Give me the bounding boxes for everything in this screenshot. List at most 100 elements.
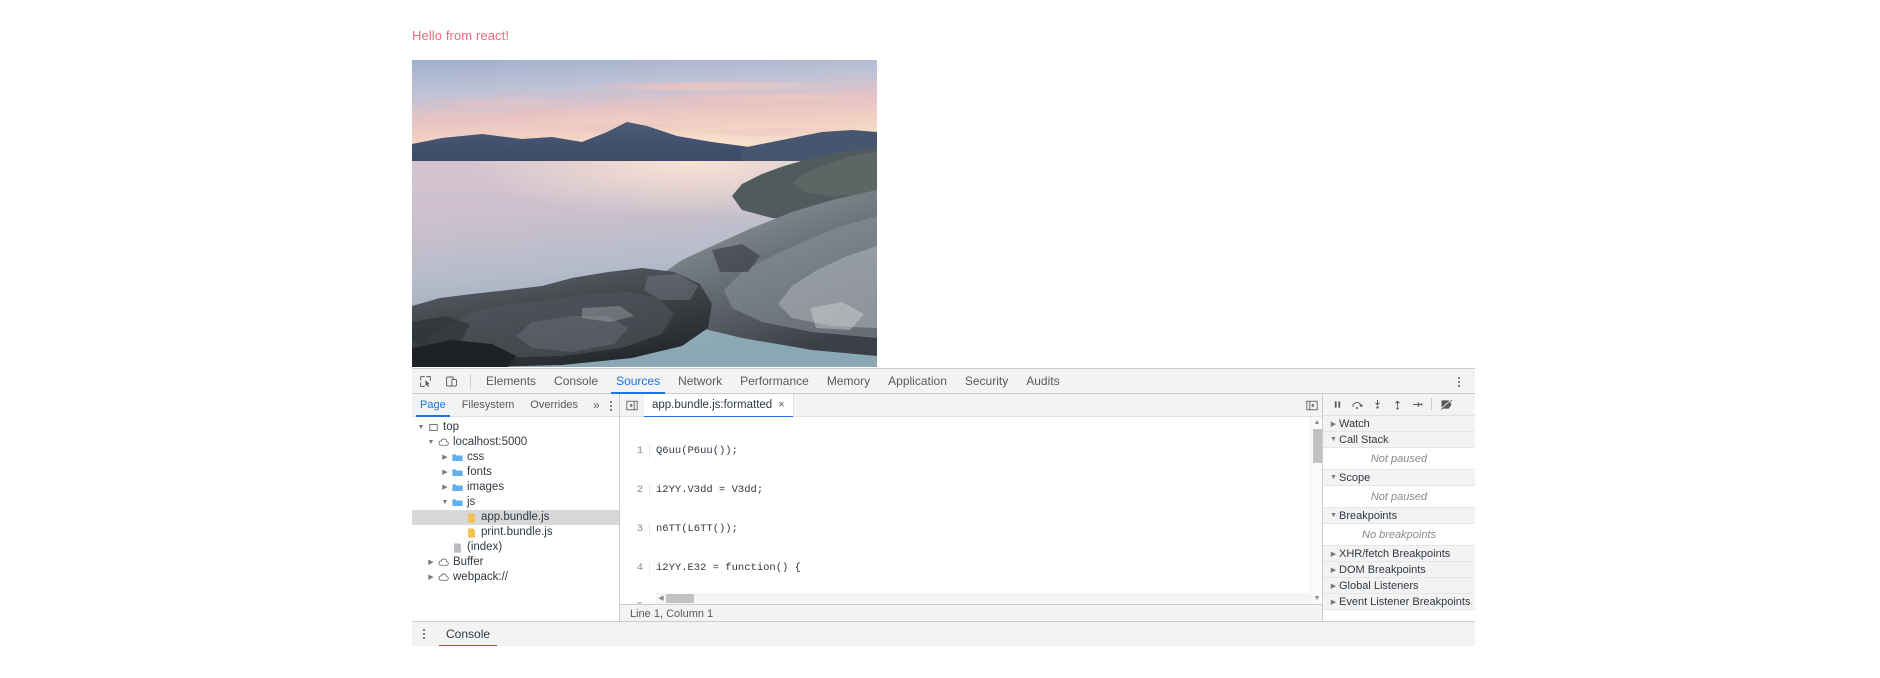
debugger-toolbar xyxy=(1323,394,1475,416)
sources-panel: Page Filesystem Overrides » top xyxy=(412,393,1475,623)
tab-audits[interactable]: Audits xyxy=(1017,369,1068,394)
show-debugger-icon[interactable] xyxy=(1306,394,1318,417)
tree-item-label: fonts xyxy=(467,466,492,478)
section-label: Call Stack xyxy=(1339,433,1389,446)
tab-application[interactable]: Application xyxy=(879,369,956,394)
tree-item-label: (index) xyxy=(467,541,503,553)
chevron-down-icon[interactable] xyxy=(426,435,436,450)
line-number: 5 xyxy=(620,601,650,604)
tab-console[interactable]: Console xyxy=(545,369,607,394)
code-lines: 1 Q6uu(P6uu()); 2 i2YY.V3dd = V3dd; 3 n6TT(… xyxy=(620,417,1322,604)
deactivate-breakpoints-button[interactable] xyxy=(1437,394,1455,416)
frame-icon xyxy=(426,423,440,432)
inspect-element-icon[interactable] xyxy=(412,369,438,394)
line-text: i2YY.V3dd = V3dd; xyxy=(656,484,764,496)
chevron-right-icon[interactable] xyxy=(1328,550,1339,558)
scroll-left-icon[interactable]: ◀ xyxy=(656,593,666,604)
tree-item-fonts[interactable]: fonts xyxy=(412,465,619,480)
debugger-section-xhr-breakpoints[interactable]: XHR/fetch Breakpoints xyxy=(1323,546,1475,562)
navigator-tab-overrides[interactable]: Overrides xyxy=(522,394,586,417)
tree-item-top[interactable]: top xyxy=(412,420,619,435)
line-text: Q6uu(P6uu()); xyxy=(656,445,738,457)
tab-sources[interactable]: Sources xyxy=(607,369,669,394)
scroll-down-icon[interactable]: ▼ xyxy=(1311,593,1322,604)
debugger-section-scope[interactable]: Scope xyxy=(1323,470,1475,486)
editor-vertical-scrollbar[interactable]: ▲ ▼ xyxy=(1310,417,1322,604)
seascape-image xyxy=(412,60,877,367)
step-out-button[interactable] xyxy=(1388,394,1406,416)
device-toolbar-icon[interactable] xyxy=(438,369,464,394)
debugger-pane: Watch Call Stack Not paused Scope Not pa… xyxy=(1323,394,1475,623)
tree-item-css[interactable]: css xyxy=(412,450,619,465)
chevron-right-icon[interactable] xyxy=(426,555,436,570)
scrollbar-thumb[interactable] xyxy=(1313,429,1322,463)
tree-item-label: app.bundle.js xyxy=(481,511,550,523)
chevron-right-icon[interactable] xyxy=(440,465,450,480)
code-line: 2 i2YY.V3dd = V3dd; xyxy=(620,484,1322,497)
chevron-right-icon[interactable] xyxy=(426,570,436,585)
chevron-down-icon[interactable] xyxy=(416,420,426,435)
tree-item-index[interactable]: (index) xyxy=(412,540,619,555)
tab-security[interactable]: Security xyxy=(956,369,1017,394)
step-into-button[interactable] xyxy=(1368,394,1386,416)
section-label: Global Listeners xyxy=(1339,579,1419,592)
debugger-section-global-listeners[interactable]: Global Listeners xyxy=(1323,578,1475,594)
editor-tab-label: app.bundle.js:formatted xyxy=(652,399,773,411)
chevron-right-icon[interactable] xyxy=(1328,598,1339,606)
navigator-pane: Page Filesystem Overrides » top xyxy=(412,394,620,623)
chevron-right-icon[interactable] xyxy=(1328,566,1339,574)
scrollbar-thumb[interactable] xyxy=(666,594,694,603)
more-options-icon[interactable] xyxy=(1449,369,1469,394)
tree-item-label: js xyxy=(467,496,476,508)
tab-network[interactable]: Network xyxy=(669,369,731,394)
navigator-tab-page[interactable]: Page xyxy=(412,394,454,417)
tree-item-webpack[interactable]: webpack:// xyxy=(412,570,619,585)
drawer-more-options-icon[interactable] xyxy=(412,622,436,647)
tree-item-app-bundle-js[interactable]: app.bundle.js xyxy=(412,510,619,525)
debugger-section-watch[interactable]: Watch xyxy=(1323,416,1475,432)
breakpoints-empty-message: No breakpoints xyxy=(1323,524,1475,546)
doc-icon xyxy=(450,542,464,553)
tab-performance[interactable]: Performance xyxy=(731,369,818,394)
step-over-button[interactable] xyxy=(1348,394,1366,416)
line-number: 2 xyxy=(620,484,650,497)
toolbar-divider xyxy=(470,373,471,389)
scroll-up-icon[interactable]: ▲ xyxy=(1311,417,1322,428)
editor-horizontal-scrollbar[interactable]: ◀ xyxy=(656,593,1310,604)
chevron-right-icon[interactable] xyxy=(440,480,450,495)
chevron-right-icon[interactable] xyxy=(1328,420,1339,428)
show-navigator-icon[interactable] xyxy=(620,394,644,417)
tree-item-label: css xyxy=(467,451,485,463)
chevron-down-icon[interactable] xyxy=(440,495,450,510)
tree-item-print-bundle-js[interactable]: print.bundle.js xyxy=(412,525,619,540)
tree-item-localhost[interactable]: localhost:5000 xyxy=(412,435,619,450)
editor-tab-app-bundle-js[interactable]: app.bundle.js:formatted × xyxy=(644,393,794,418)
code-editor[interactable]: 1 Q6uu(P6uu()); 2 i2YY.V3dd = V3dd; 3 n6TT(… xyxy=(620,417,1322,604)
debugger-section-event-listener-breakpoints[interactable]: Event Listener Breakpoints xyxy=(1323,594,1475,610)
tab-elements[interactable]: Elements xyxy=(477,369,545,394)
debugger-section-call-stack[interactable]: Call Stack xyxy=(1323,432,1475,448)
chevron-right-icon[interactable] xyxy=(440,450,450,465)
close-icon[interactable]: × xyxy=(778,399,784,411)
chevron-down-icon[interactable] xyxy=(1328,474,1339,481)
cloud-icon xyxy=(436,558,450,567)
chevron-right-icon[interactable] xyxy=(1328,582,1339,590)
tree-item-js[interactable]: js xyxy=(412,495,619,510)
navigator-more-tabs-icon[interactable]: » xyxy=(586,394,607,417)
navigator-more-options-icon[interactable] xyxy=(610,394,612,417)
devtools-main-tabbar: Elements Console Sources Network Perform… xyxy=(412,369,1475,394)
call-stack-empty-message: Not paused xyxy=(1323,448,1475,470)
navigator-tab-filesystem[interactable]: Filesystem xyxy=(454,394,523,417)
code-line: 1 Q6uu(P6uu()); xyxy=(620,445,1322,458)
debugger-section-dom-breakpoints[interactable]: DOM Breakpoints xyxy=(1323,562,1475,578)
resume-pause-button[interactable] xyxy=(1328,394,1346,416)
tree-item-buffer[interactable]: Buffer xyxy=(412,555,619,570)
hero-photo xyxy=(412,60,877,367)
debugger-section-breakpoints[interactable]: Breakpoints xyxy=(1323,508,1475,524)
tab-memory[interactable]: Memory xyxy=(818,369,879,394)
step-button[interactable] xyxy=(1408,394,1426,416)
chevron-down-icon[interactable] xyxy=(1328,512,1339,519)
chevron-down-icon[interactable] xyxy=(1328,436,1339,443)
drawer-tab-console[interactable]: Console xyxy=(436,622,500,647)
tree-item-images[interactable]: images xyxy=(412,480,619,495)
